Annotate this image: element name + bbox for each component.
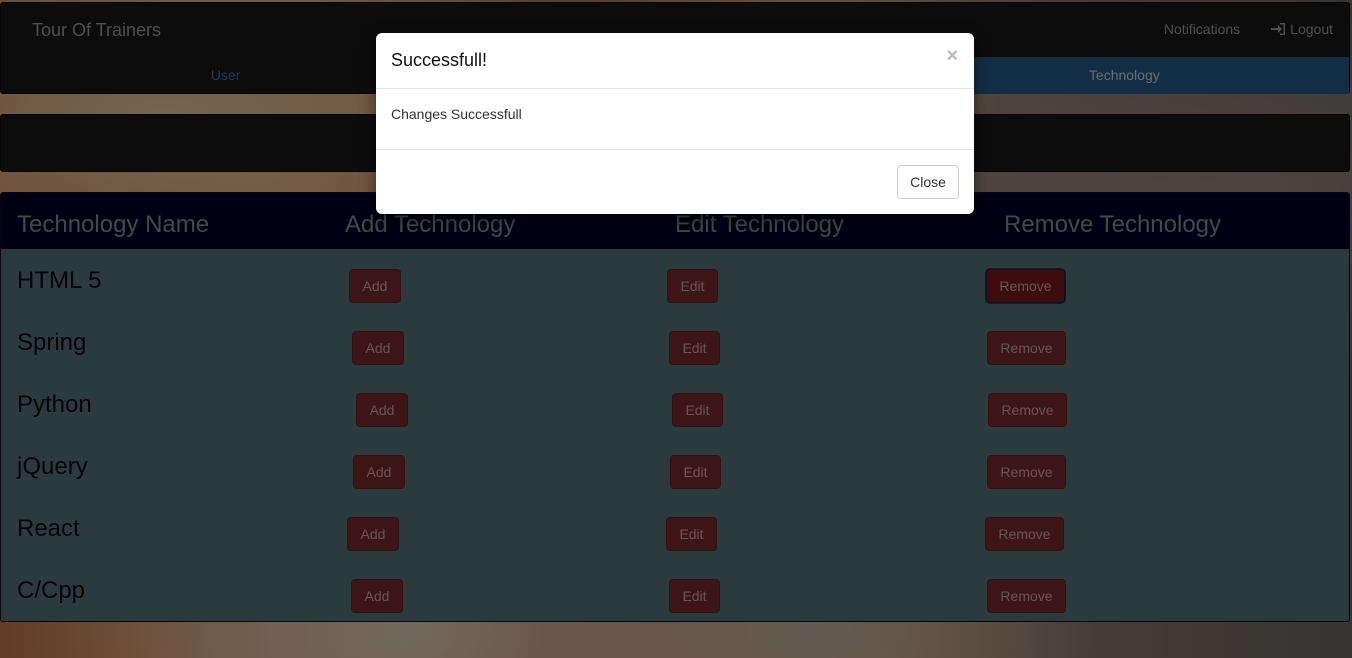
- modal-header: Successfull! ×: [376, 33, 974, 89]
- modal-title: Successfull!: [391, 50, 488, 70]
- close-icon[interactable]: ×: [946, 45, 958, 68]
- modal-footer: Close: [376, 149, 974, 215]
- close-button[interactable]: Close: [897, 165, 959, 199]
- modal-body-text: Changes Successfull: [391, 106, 522, 122]
- success-modal: Successfull! × Changes Successfull Close: [376, 33, 974, 214]
